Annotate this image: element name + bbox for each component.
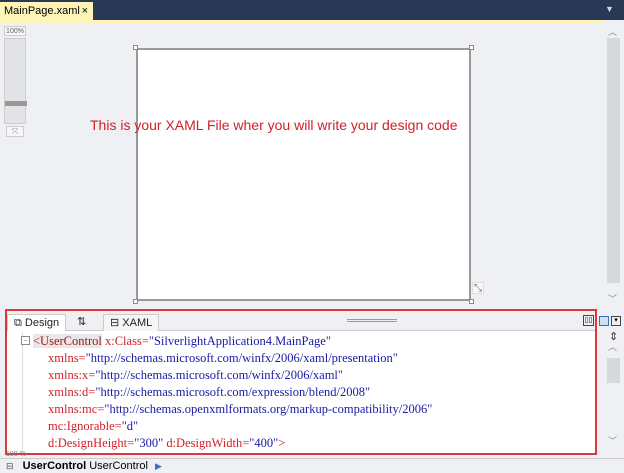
- scroll-up-icon[interactable]: ︿: [608, 340, 617, 353]
- scroll-down-icon[interactable]: ﹀: [608, 434, 617, 447]
- artboard[interactable]: [133, 45, 474, 304]
- zoom-track[interactable]: [4, 38, 27, 124]
- swap-panes-button[interactable]: ⇅: [71, 314, 92, 331]
- code-line: mc:Ignorable="d": [48, 419, 139, 433]
- code-line: xmlns:d="http://schemas.microsoft.com/ex…: [48, 385, 371, 399]
- auto-size-icon[interactable]: ⤡: [472, 282, 484, 294]
- title-bar: [0, 0, 624, 20]
- tab-dropdown-icon[interactable]: ▼: [605, 4, 614, 14]
- code-zoom-level[interactable]: 100 %: [6, 451, 26, 458]
- breadcrumb-arrow-icon[interactable]: ▶: [155, 461, 162, 471]
- resize-handle[interactable]: [469, 45, 474, 50]
- scroll-up-icon[interactable]: ︿: [608, 25, 617, 38]
- code-line: xmlns:x="http://schemas.microsoft.com/wi…: [48, 368, 344, 382]
- fit-to-screen-icon[interactable]: ⤧: [6, 126, 24, 137]
- xaml-icon: ⊟: [110, 317, 123, 329]
- zoom-level: 100%: [4, 26, 26, 36]
- zoom-slider[interactable]: 100% ⤧: [4, 26, 27, 138]
- horizontal-split-icon[interactable]: [599, 316, 609, 326]
- collapse-icon[interactable]: −: [21, 336, 30, 345]
- tab-xaml[interactable]: ⊟ XAML: [103, 314, 160, 331]
- breadcrumb-type[interactable]: UserControl: [89, 460, 148, 472]
- design-icon: ⧉: [14, 317, 25, 329]
- panel-tab-strip: ⧉ Design ⇅ ⊟ XAML ▯▯: [7, 311, 595, 331]
- code-line: <UserControl x:Class="SilverlightApplica…: [33, 334, 331, 348]
- resize-handle[interactable]: [133, 45, 138, 50]
- vertical-split-icon[interactable]: ▯▯: [583, 315, 594, 326]
- annotation-text: This is your XAML File wher you will wri…: [90, 117, 458, 133]
- splitter-grip[interactable]: [347, 319, 397, 322]
- designer-scrollbar[interactable]: ︿ ﹀: [604, 20, 624, 310]
- tab-design[interactable]: ⧉ Design: [7, 314, 67, 331]
- scroll-down-icon[interactable]: ﹀: [608, 292, 617, 305]
- tab-mainpage-xaml[interactable]: MainPage.xaml ×: [0, 2, 93, 20]
- tab-label: MainPage.xaml: [4, 5, 80, 17]
- scroll-thumb[interactable]: [607, 38, 620, 283]
- code-line: xmlns:mc="http://schemas.openxmlformats.…: [48, 402, 433, 416]
- breadcrumb-element[interactable]: UserControl: [23, 460, 87, 472]
- code-scrollbar[interactable]: ︿ ﹀: [604, 338, 624, 450]
- resize-handle[interactable]: [469, 299, 474, 304]
- scroll-thumb[interactable]: [607, 358, 620, 383]
- code-line: xmlns="http://schemas.microsoft.com/winf…: [48, 351, 398, 365]
- zoom-knob[interactable]: [5, 101, 27, 106]
- xaml-editor[interactable]: − <UserControl x:Class="SilverlightAppli…: [7, 332, 595, 453]
- document-outline-icon[interactable]: ⊟: [6, 461, 14, 471]
- collapse-pane-icon[interactable]: ▾: [611, 316, 621, 326]
- resize-handle[interactable]: [133, 299, 138, 304]
- close-icon[interactable]: ×: [82, 2, 88, 20]
- outline-gutter: [22, 332, 23, 453]
- breadcrumb-bar: ⊟ UserControl UserControl ▶: [0, 458, 624, 473]
- code-line: d:DesignHeight="300" d:DesignWidth="400"…: [48, 436, 286, 450]
- xaml-panel: ⧉ Design ⇅ ⊟ XAML ▯▯ − <UserControl x:Cl…: [5, 309, 597, 455]
